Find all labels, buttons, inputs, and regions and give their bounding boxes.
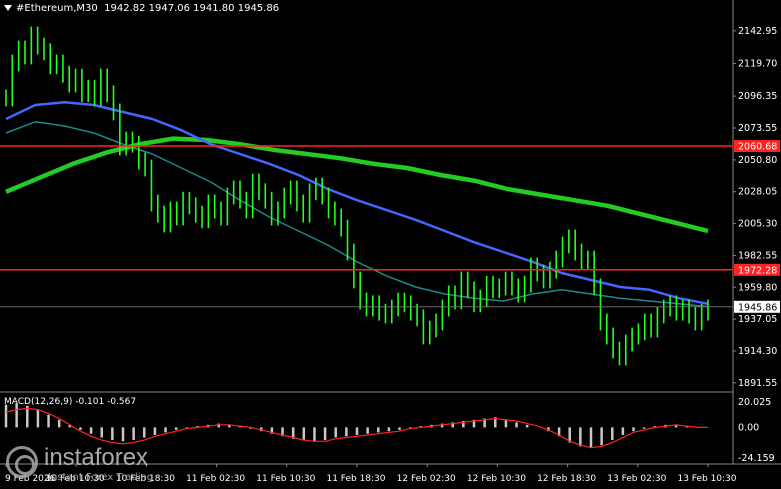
price-tick-label: 2050.80 [738,155,777,166]
price-tick-label: 2028.05 [738,187,777,198]
macd-axis-label: -24.159 [738,453,775,464]
macd-axis-label: 0.00 [738,422,759,433]
price-axis: 2142.95 2119.70 2096.35 2073.55 2050.80 2028.… [733,26,777,389]
ma-slow-line [5,136,709,234]
price-tick-label: 2005.30 [738,219,777,230]
price-tick-label: 1982.55 [738,250,777,261]
level-label: 1972.28 [738,265,777,276]
current-price-label: 1945.86 [738,302,777,313]
time-tick-label: 12 Feb 10:30 [467,474,526,484]
time-tick-label: 11 Feb 10:30 [256,474,315,484]
time-tick-label: 13 Feb 10:30 [677,474,736,484]
level-label: 2060.68 [738,142,777,153]
watermark-tagline: Instant Forex Trading [48,472,154,483]
time-tick-label: 11 Feb 02:30 [186,474,245,484]
time-tick-label: 12 Feb 02:30 [397,474,456,484]
dropdown-triangle-icon[interactable] [4,5,12,11]
price-tick-label: 1914.30 [738,346,777,357]
watermark-name: instaforex [44,444,149,471]
price-tick-label: 1891.55 [738,378,777,389]
time-tick-label: 13 Feb 02:30 [607,474,666,484]
chart-frame [0,0,781,465]
symbol-line: #Ethereum,M30 1942.82 1947.06 1941.80 19… [16,3,280,14]
price-tick-label: 2142.95 [738,26,777,37]
instaforex-watermark: instaforex Instant Forex Trading [6,444,186,486]
price-tick-label: 1937.05 [738,314,777,325]
time-tick-label: 12 Feb 18:30 [537,474,596,484]
ma-slow-series [5,136,709,234]
candles [5,26,709,366]
instaforex-logo-icon [6,446,38,478]
price-tick-label: 2119.70 [738,58,777,69]
time-tick-label: 11 Feb 18:30 [326,474,385,484]
price-tick-label: 2073.55 [738,123,777,134]
symbol-header[interactable]: #Ethereum,M30 1942.82 1947.06 1941.80 19… [4,3,279,14]
macd-axis-label: 20.025 [738,397,771,408]
price-tick-label: 2096.35 [738,91,777,102]
macd-label: MACD(12,26,9) -0.101 -0.567 [4,397,137,407]
price-tick-label: 1959.80 [738,282,777,293]
price-chart[interactable]: 2060.68 1972.28 1945.86 2142.95 2119.70 2096… [0,0,781,489]
